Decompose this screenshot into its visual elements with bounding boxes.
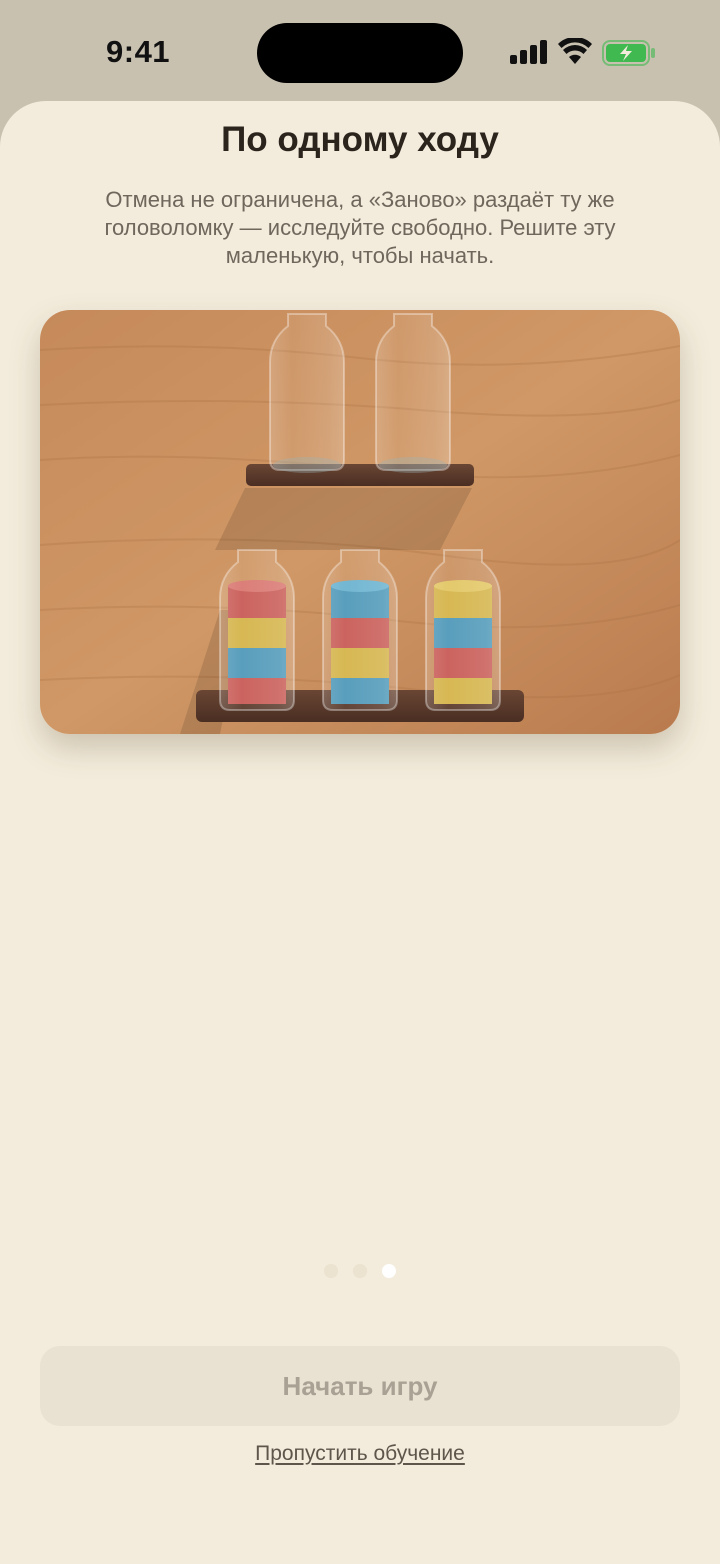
status-bar: 9:41 [0,0,720,100]
page-dot-2[interactable] [353,1264,367,1278]
battery-charging-icon [602,40,655,66]
page-dot-1[interactable] [324,1264,338,1278]
dynamic-island [257,23,463,83]
bottle-2 [322,549,398,711]
bottle-puzzle-illustration [40,310,680,734]
wifi-icon [558,38,592,64]
page-dot-3-active[interactable] [382,1264,396,1278]
empty-bottle [269,313,345,473]
bottle-3 [425,549,501,711]
cellular-signal-icon [510,40,547,64]
bottle-1 [219,549,295,711]
skip-tutorial-link[interactable]: Пропустить обучение [0,1442,720,1466]
page-title: По одному ходу [221,120,499,159]
page-subtitle: Отмена не ограничена, а «Заново» раздаёт… [104,187,616,268]
page-indicator [0,1264,720,1280]
start-game-button[interactable]: Начать игру [40,1346,680,1426]
empty-bottle [375,313,451,473]
status-time: 9:41 [106,34,171,69]
